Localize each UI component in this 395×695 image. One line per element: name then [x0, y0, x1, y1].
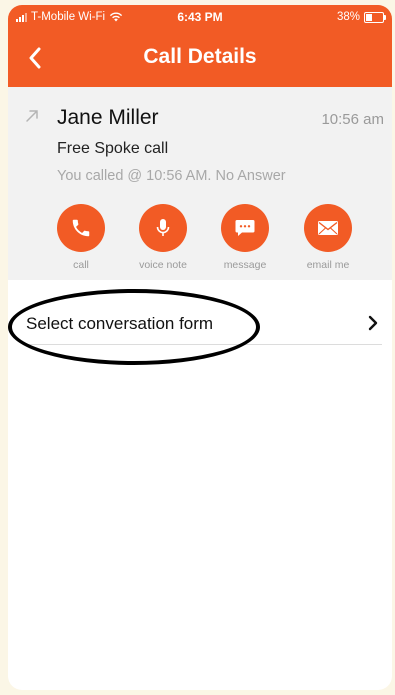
action-buttons: call voice note message email me: [8, 204, 392, 274]
battery-fill: [366, 13, 373, 21]
voice-note-button[interactable]: voice note: [123, 204, 203, 271]
email-me-button-circle[interactable]: [304, 204, 352, 252]
message-label: message: [223, 259, 267, 271]
call-status: You called @ 10:56 AM. No Answer: [57, 168, 286, 184]
message-button-circle[interactable]: [221, 204, 269, 252]
select-conversation-form-row[interactable]: Select conversation form: [8, 295, 392, 345]
battery-icon: [364, 11, 386, 23]
message-button[interactable]: message: [205, 204, 285, 271]
select-conversation-form-label: Select conversation form: [26, 314, 214, 333]
page-title: Call Details: [143, 45, 257, 68]
phone-screen: T-Mobile Wi-Fi 6:43 PM 38% Call Details: [8, 5, 392, 690]
outgoing-arrow-icon: [26, 110, 38, 122]
email-me-button[interactable]: email me: [288, 204, 368, 271]
phone-icon: [72, 219, 90, 237]
call-type: Free Spoke call: [57, 140, 169, 157]
call-label: call: [73, 259, 89, 271]
call-button[interactable]: call: [41, 204, 121, 271]
nav-bar: Call Details: [8, 29, 392, 87]
microphone-icon: [156, 219, 170, 236]
voice-note-label: voice note: [139, 259, 187, 271]
status-right: 38%: [336, 11, 386, 23]
status-bar: T-Mobile Wi-Fi 6:43 PM 38%: [8, 5, 392, 29]
voice-note-button-circle[interactable]: [139, 204, 187, 252]
email-me-label: email me: [306, 259, 350, 271]
call-time: 10:56 am: [321, 111, 384, 128]
contact-name: Jane Miller: [57, 106, 159, 129]
message-icon: [235, 220, 255, 236]
form-divider: [26, 344, 382, 345]
call-details-panel: Jane Miller 10:56 am Free Spoke call You…: [8, 87, 392, 280]
status-time: 6:43 PM: [177, 10, 223, 24]
email-icon: [318, 221, 338, 235]
chevron-right-icon: [368, 315, 378, 331]
battery-percent: 38%: [336, 11, 360, 23]
call-button-circle[interactable]: [57, 204, 105, 252]
